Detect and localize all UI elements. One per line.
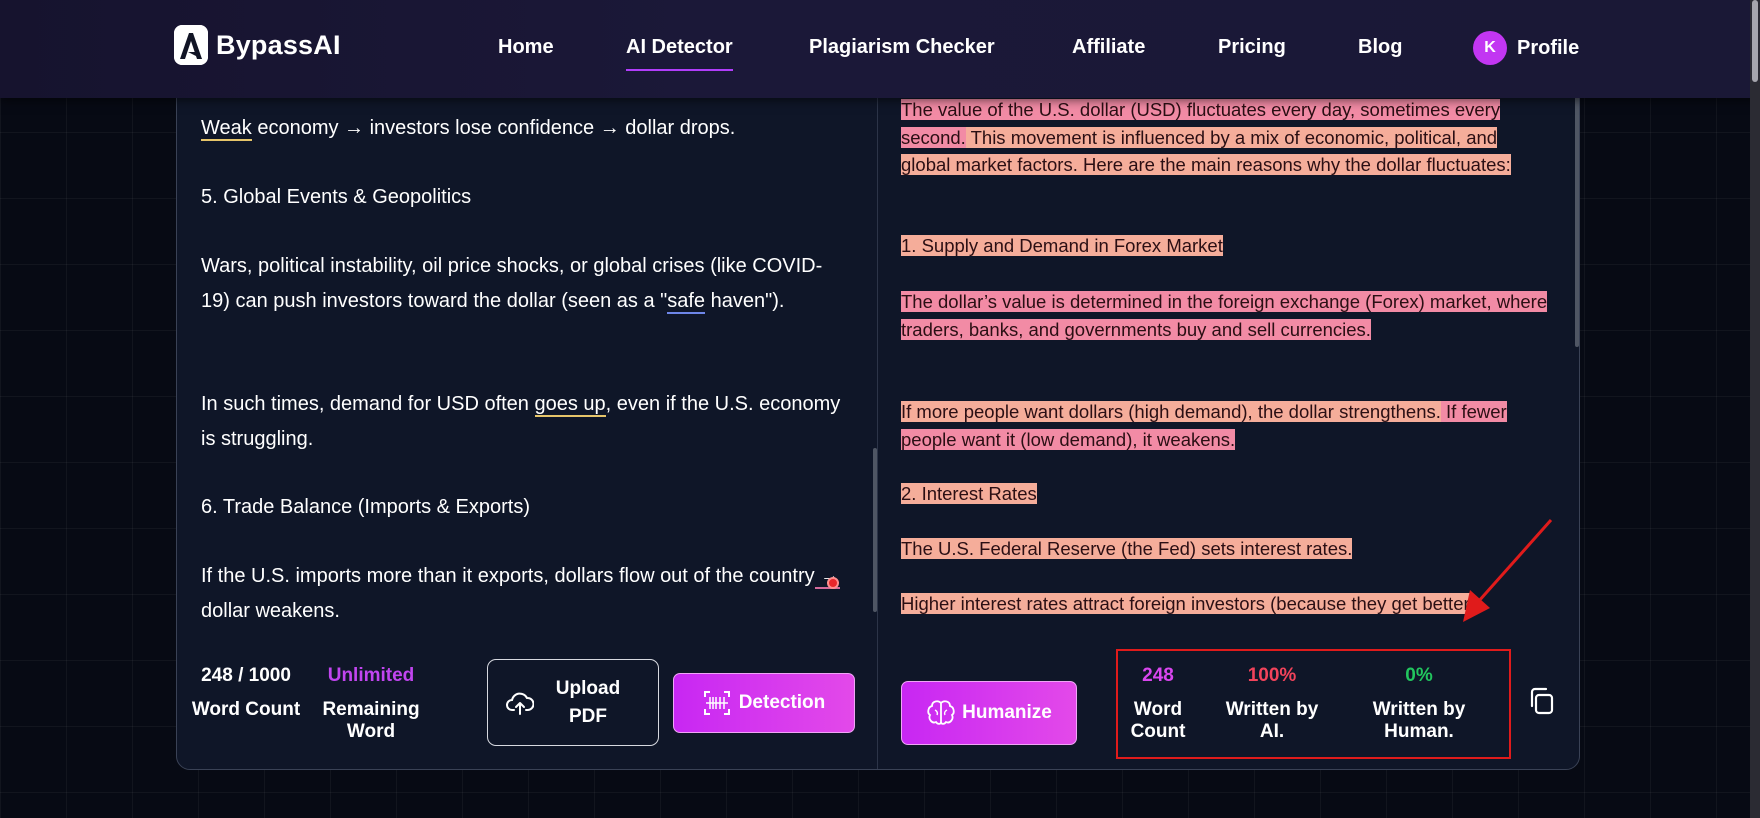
ai-sentence-highlight: Here are the main reasons why the dollar… <box>1077 154 1511 175</box>
detection-label: Detection <box>738 692 826 713</box>
profile-label: Profile <box>1517 36 1580 59</box>
scan-icon <box>703 691 730 715</box>
input-paragraph: If the U.S. imports more than it exports… <box>201 559 841 621</box>
ai-sentence-highlight: 1. Supply and Demand in Forex Market <box>901 235 1223 256</box>
brain-icon <box>927 700 955 725</box>
result-paragraph: The value of the U.S. dollar (USD) fluct… <box>901 96 1551 179</box>
input-text-area[interactable]: Weak economy → investors lose confidence… <box>201 61 841 621</box>
text-span: In such times, demand for USD often <box>201 393 535 415</box>
result-paragraph: Higher interest rates attract foreign in… <box>901 590 1551 618</box>
input-heading: 5. Global Events & Geopolitics <box>201 186 472 208</box>
detection-button[interactable]: Detection <box>673 673 855 733</box>
result-paragraph: If more people want dollars (high demand… <box>901 398 1551 453</box>
result-text-area: The value of the U.S. dollar (USD) fluct… <box>901 61 1551 621</box>
result-paragraph: The dollar’s value is determined in the … <box>901 288 1551 343</box>
remaining-word-stat: Unlimited Remaining Word <box>320 665 422 743</box>
detector-card: Weak economy → investors lose confidence… <box>176 60 1580 770</box>
logo-icon <box>174 25 208 65</box>
grammar-underline[interactable]: Weak <box>201 117 252 141</box>
text-span: dollar weakens. <box>201 600 340 621</box>
result-paragraph: 2. Interest Rates <box>901 480 1551 508</box>
grammar-underline[interactable]: safe <box>667 290 706 314</box>
ai-sentence-highlight: Higher interest rates attract foreign in… <box>901 593 1413 614</box>
nav-ai-detector[interactable]: AI Detector <box>626 36 733 71</box>
word-count-stat: 248 / 1000 Word Count <box>191 665 301 721</box>
text-span: economy → investors lose confidence → do… <box>251 117 736 139</box>
brand-name: BypassAI <box>216 29 341 60</box>
input-paragraph: Weak economy → investors lose confidence… <box>201 111 841 146</box>
ai-sentence-highlight: The dollar’s value is determined in the … <box>901 291 1548 340</box>
nav-pricing[interactable]: Pricing <box>1218 36 1286 59</box>
ai-sentence-highlight: 2. Interest Rates <box>901 483 1037 504</box>
results-annotation-box <box>1116 649 1511 759</box>
text-span: haven"). <box>705 290 785 312</box>
avatar: K <box>1473 31 1507 65</box>
nav-home[interactable]: Home <box>498 36 554 59</box>
ai-sentence-highlight: If more people want dollars (high demand… <box>901 401 1441 422</box>
page-scrollbar-thumb[interactable] <box>1752 0 1758 82</box>
ai-sentence-highlight: t better <box>1412 593 1470 614</box>
remaining-word-label: Remaining Word <box>322 699 420 742</box>
error-indicator[interactable] <box>827 577 839 589</box>
result-scrollbar[interactable] <box>1575 91 1579 347</box>
grammar-underline[interactable]: goes up <box>534 393 606 417</box>
input-heading: 6. Trade Balance (Imports & Exports) <box>201 496 531 518</box>
input-paragraph: In such times, demand for USD often goes… <box>201 387 841 457</box>
input-paragraph: Wars, political instability, oil price s… <box>201 249 841 319</box>
humanize-button[interactable]: Humanize <box>901 681 1077 745</box>
humanize-label: Humanize <box>962 702 1052 723</box>
text-span: If the U.S. imports more than it exports… <box>201 565 815 587</box>
top-navbar: BypassAI Home AI Detector Plagiarism Che… <box>0 0 1760 98</box>
result-paragraph: The U.S. Federal Reserve (the Fed) sets … <box>901 535 1551 563</box>
profile-menu[interactable]: K Profile <box>1473 31 1579 65</box>
panel-divider <box>877 61 878 769</box>
upload-pdf-button[interactable]: Upload PDF <box>487 659 659 746</box>
copy-icon <box>1530 687 1554 715</box>
upload-pdf-label: Upload PDF <box>555 677 621 727</box>
brand-logo[interactable]: BypassAI <box>174 25 341 65</box>
copy-button[interactable] <box>1527 686 1557 716</box>
nav-affiliate[interactable]: Affiliate <box>1072 36 1145 59</box>
nav-blog[interactable]: Blog <box>1358 36 1402 59</box>
word-count-label: Word Count <box>191 699 301 720</box>
word-count-value: 248 / 1000 <box>201 665 291 686</box>
remaining-word-value: Unlimited <box>327 665 415 686</box>
result-paragraph: 1. Supply and Demand in Forex Market <box>901 232 1551 260</box>
page-scrollbar[interactable] <box>1750 0 1760 818</box>
upload-cloud-icon <box>506 692 534 715</box>
ai-sentence-highlight: The U.S. Federal Reserve (the Fed) sets … <box>901 538 1353 559</box>
nav-plagiarism-checker[interactable]: Plagiarism Checker <box>809 36 995 59</box>
